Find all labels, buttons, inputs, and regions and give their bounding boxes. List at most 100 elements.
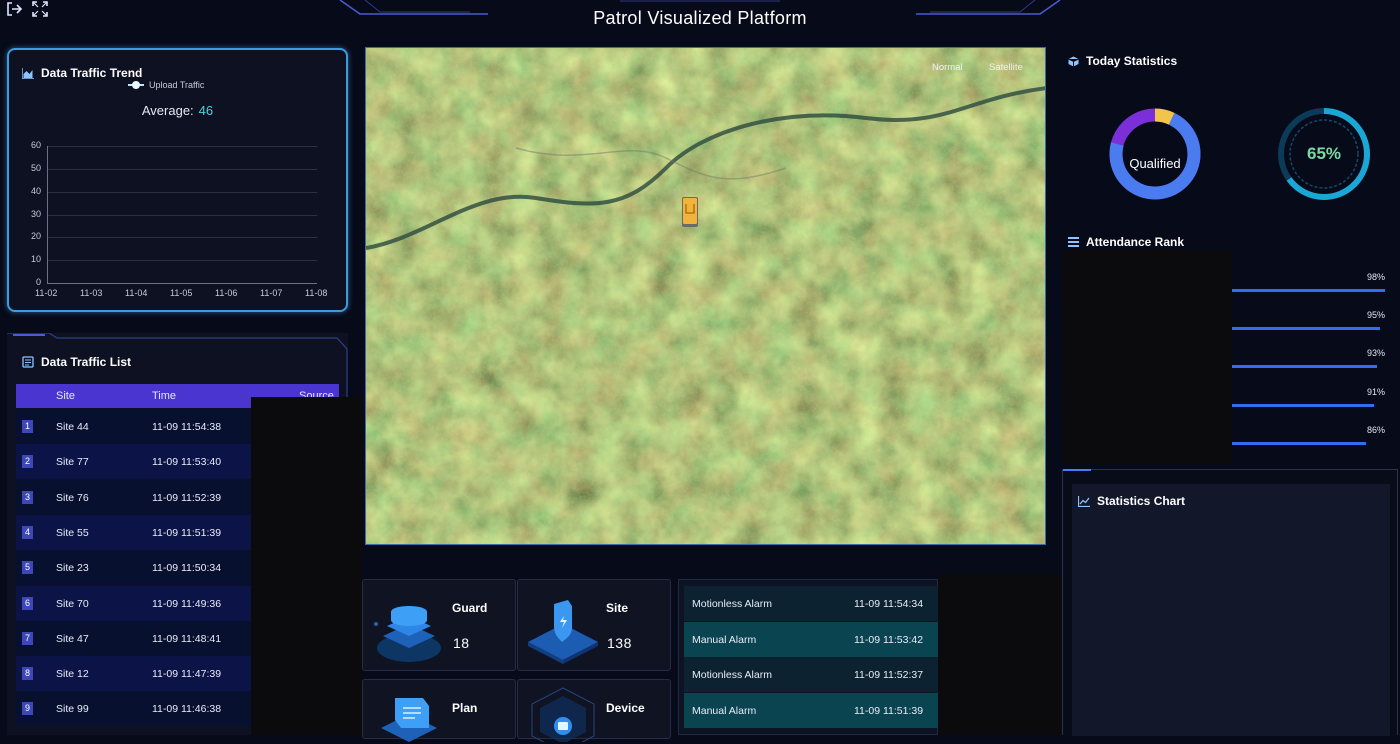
y-tick-label: 40 (30, 185, 41, 196)
rank-bar (1228, 403, 1374, 407)
map-marker-icon[interactable] (681, 196, 699, 230)
fullscreen-icon[interactable] (31, 0, 49, 18)
x-tick-label: 11-02 (35, 288, 58, 298)
plan-card[interactable]: Plan (362, 679, 516, 742)
site-card[interactable]: Site 138 (517, 579, 671, 671)
y-tick-label: 0 (35, 277, 41, 287)
gridline (47, 191, 317, 193)
legend-marker-icon (128, 81, 144, 89)
y-tick-label: 50 (30, 162, 41, 173)
traffic-list-title: Data Traffic List (41, 355, 132, 369)
row-index: 8 (22, 667, 33, 681)
x-tick-label: 11-07 (260, 288, 283, 298)
row-site: Site 44 (56, 421, 89, 433)
guard-card[interactable]: Guard 18 (362, 579, 516, 671)
alarm-row[interactable]: Manual Alarm 11-09 11:53:42 (684, 621, 938, 657)
page-title: Patrol Visualized Platform (593, 8, 807, 28)
rank-list-icon (1068, 237, 1079, 247)
table-row[interactable]: 6 Site 70 11-09 11:49:36 (16, 585, 252, 621)
gridline (47, 237, 317, 239)
row-index: 2 (22, 455, 33, 469)
row-time: 11-09 11:49:36 (152, 597, 222, 610)
plan-label: Plan (452, 701, 478, 715)
table-row[interactable]: 8 Site 12 11-09 11:47:39 (16, 656, 252, 692)
rank-percent: 95% (1367, 310, 1386, 321)
map-normal-button[interactable]: Normal (932, 62, 963, 73)
plan-document-icon (381, 698, 437, 742)
table-row[interactable]: 1 Site 44 11-09 11:54:38 (16, 409, 252, 444)
table-row[interactable]: 2 Site 77 11-09 11:53:40 (16, 444, 252, 480)
x-tick-label: 11-04 (125, 288, 148, 298)
x-tick-label: 11-03 (80, 288, 103, 298)
site-label: Site (606, 601, 629, 615)
statistics-chart-title: Statistics Chart (1097, 494, 1186, 508)
x-tick-label: 11-05 (170, 288, 193, 298)
map-terrain (366, 48, 1045, 544)
alarm-name: Motionless Alarm (692, 598, 772, 610)
logout-icon[interactable] (5, 0, 23, 18)
x-tick-label: 11-08 (305, 288, 328, 298)
device-card[interactable]: Device (517, 679, 671, 742)
gridline (47, 168, 317, 170)
column-site: Site (56, 390, 75, 402)
row-index: 6 (22, 596, 33, 610)
rank-bar (1228, 365, 1377, 369)
table-row[interactable]: 7 Site 47 11-09 11:48:41 (16, 620, 252, 656)
redacted-area (251, 397, 363, 735)
y-tick-label: 60 (30, 140, 41, 150)
satellite-map[interactable] (365, 47, 1046, 545)
gridline (47, 146, 317, 147)
alarm-name: Motionless Alarm (692, 669, 772, 681)
row-site: Site 23 (56, 562, 89, 575)
x-tick-label: 11-06 (215, 288, 238, 298)
alarm-time: 11-09 11:51:39 (854, 704, 924, 717)
today-stats-header: Today Statistics (1068, 54, 1177, 68)
guard-value: 18 (453, 635, 470, 651)
table-row[interactable]: 5 Site 23 11-09 11:50:34 (16, 550, 252, 586)
table-row[interactable]: 3 Site 76 11-09 11:52:39 (16, 479, 252, 515)
statistics-chart-panel (1062, 469, 1398, 736)
row-index: 5 (22, 561, 33, 575)
row-site: Site 12 (56, 668, 89, 681)
rank-percent: 86% (1367, 424, 1386, 435)
today-stats-title: Today Statistics (1086, 54, 1178, 68)
cube-icon (1068, 56, 1079, 66)
chart-legend[interactable]: Upload Traffic (128, 80, 204, 90)
row-time: 11-09 11:50:34 (152, 562, 222, 575)
row-site: Site 70 (56, 597, 89, 610)
column-time: Time (152, 390, 177, 402)
rank-bar (1228, 441, 1366, 445)
table-row[interactable]: 4 Site 55 11-09 11:51:39 (16, 514, 252, 550)
alarm-row[interactable]: Motionless Alarm 11-09 11:54:34 (684, 586, 938, 621)
row-time: 11-09 11:52:39 (152, 491, 222, 504)
y-tick-label: 20 (30, 231, 41, 242)
row-site: Site 55 (56, 526, 89, 539)
alarm-row[interactable]: Motionless Alarm 11-09 11:52:37 (684, 657, 938, 692)
site-value: 138 (607, 635, 632, 651)
average-value: 46 (198, 103, 214, 118)
traffic-trend-title: Data Traffic Trend (41, 66, 143, 80)
row-index: 9 (22, 702, 33, 716)
gridline (47, 214, 317, 216)
percent-value: 65% (1306, 144, 1342, 163)
map-satellite-button[interactable]: Satellite (989, 62, 1023, 73)
panel-accent (1063, 469, 1091, 471)
row-site: Site 76 (56, 491, 89, 504)
rank-bar (1228, 289, 1385, 292)
traffic-list-header: Data Traffic List (22, 355, 131, 369)
redacted-area (938, 574, 1078, 735)
device-cube-icon (531, 687, 595, 742)
donut-label: Qualified (1129, 156, 1181, 171)
row-time: 11-09 11:47:39 (152, 668, 222, 681)
row-time: 11-09 11:48:41 (152, 632, 222, 645)
alarm-row[interactable]: Manual Alarm 11-09 11:51:39 (684, 692, 938, 728)
statistics-chart-header: Statistics Chart (1078, 494, 1185, 508)
table-row[interactable]: 9 Site 99 11-09 11:46:38 (16, 691, 252, 727)
site-shield-icon (528, 600, 598, 664)
y-axis-line (47, 146, 48, 283)
qualified-donut[interactable] (1108, 107, 1202, 201)
line-chart-icon (1078, 495, 1090, 507)
row-index: 4 (22, 525, 33, 539)
y-tick-label: 30 (30, 208, 41, 219)
guard-stack-icon (374, 606, 441, 662)
